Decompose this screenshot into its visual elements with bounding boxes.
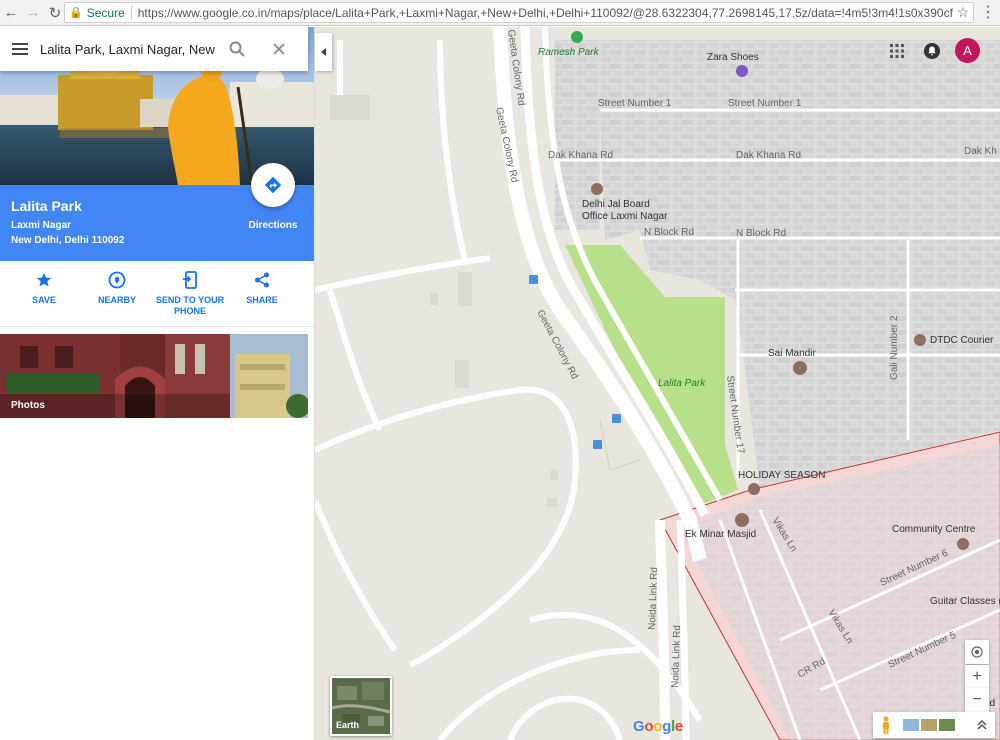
map-label-ek-minar-masjid[interactable]: Ek Minar Masjid (685, 529, 756, 540)
share-button[interactable]: SHARE (226, 269, 298, 306)
bus-stop-icon (593, 440, 602, 449)
browser-toolbar: ← → ↻ 🔒 Secure https://www.google.co.in/… (0, 0, 1000, 26)
earth-layer-toggle[interactable]: Earth (330, 676, 392, 736)
imagery-thumb-3[interactable] (939, 719, 955, 731)
collapse-panel-button[interactable] (315, 33, 332, 71)
reload-icon[interactable]: ↻ (44, 2, 66, 24)
place-address-line2: New Delhi, Delhi 110092 (11, 235, 125, 246)
nearby-button[interactable]: NEARBY (81, 269, 153, 306)
map-label-dak-khana-2: Dak Khana Rd (736, 150, 801, 161)
map-label-noida-link-1: Noida Link Rd (647, 567, 660, 630)
star-icon (8, 269, 80, 291)
pegman-icon[interactable] (873, 712, 899, 738)
apps-grid-icon[interactable] (887, 41, 907, 61)
send-to-phone-label: SEND TO YOUR PHONE (155, 295, 225, 316)
mosque-icon (735, 513, 749, 527)
url-separator (130, 5, 132, 20)
map-label-street-1a: Street Number 1 (598, 98, 672, 109)
send-to-phone-icon (154, 269, 226, 291)
expand-up-icon[interactable] (969, 712, 995, 738)
map-label-noida-link-2: Noida Link Rd (670, 625, 683, 688)
save-label: SAVE (32, 295, 56, 305)
community-centre-icon (957, 538, 969, 550)
bookmark-star-icon[interactable]: ☆ (953, 4, 973, 21)
map-label-delhi-jal-board[interactable]: Delhi Jal Board (582, 199, 650, 210)
my-location-button[interactable] (965, 640, 989, 664)
nearby-label: NEARBY (97, 295, 136, 305)
address-bar[interactable]: 🔒 Secure https://www.google.co.in/maps/p… (64, 2, 974, 23)
map-label-dak-khana-1: Dak Khana Rd (548, 150, 613, 161)
directions-label[interactable]: Directions (240, 220, 306, 231)
place-panel: Lalita Park Laxmi Nagar New Delhi, Delhi… (0, 27, 315, 740)
notifications-icon[interactable] (922, 41, 942, 61)
map-label-n-block-2: N Block Rd (736, 228, 786, 239)
temple-om-icon (793, 361, 807, 375)
shopping-bag-icon (736, 65, 748, 77)
map-label-djb-office[interactable]: Office Laxmi Nagar (582, 211, 668, 222)
secure-label: Secure (86, 5, 125, 20)
zoom-out-button[interactable]: − (965, 688, 989, 712)
map-bottom-controls (873, 712, 995, 738)
search-box (0, 27, 308, 71)
map-label-n-block-1: N Block Rd (644, 227, 694, 238)
google-logo: Google (633, 718, 683, 735)
map-label-lalita-park[interactable]: Lalita Park (658, 378, 706, 389)
map-label-dtdc-courier[interactable]: DTDC Courier (930, 335, 994, 346)
imagery-thumb-2[interactable] (921, 719, 937, 731)
earth-label: Earth (336, 720, 360, 730)
map-canvas[interactable]: Ramesh Park Zara Shoes Street Number 1 S… (315, 27, 1000, 740)
map-label-zara-shoes[interactable]: Zara Shoes (707, 52, 759, 63)
close-icon[interactable] (258, 27, 300, 71)
map-label-sai-mandir[interactable]: Sai Mandir (768, 348, 816, 359)
directions-button[interactable] (251, 163, 295, 207)
share-icon (226, 269, 298, 291)
nearby-icon (81, 269, 153, 291)
government-building-icon (591, 183, 603, 195)
browser-menu-icon[interactable]: ⋮ (980, 3, 996, 23)
my-location-icon (971, 646, 983, 658)
map-label-guitar-classes[interactable]: Guitar Classes ( (930, 596, 1000, 607)
bus-stop-icon (529, 275, 538, 284)
place-title: Lalita Park (11, 198, 82, 214)
share-label: SHARE (246, 295, 278, 305)
save-button[interactable]: SAVE (8, 269, 80, 306)
photos-label: Photos (11, 400, 45, 411)
camera-icon (748, 483, 760, 495)
photos-thumbnail[interactable]: Photos (0, 334, 308, 418)
map-label-ramesh-park[interactable]: Ramesh Park (538, 47, 600, 58)
url-text[interactable]: https://www.google.co.in/maps/place/Lali… (138, 6, 953, 20)
avatar[interactable]: A (955, 38, 980, 63)
map-label-community-centre[interactable]: Community Centre (892, 524, 976, 535)
search-input[interactable] (40, 34, 216, 64)
directions-icon (264, 176, 282, 194)
forward-icon[interactable]: → (22, 2, 44, 24)
courier-icon (914, 334, 926, 346)
map-label-street-1b: Street Number 1 (728, 98, 802, 109)
search-icon[interactable] (216, 27, 258, 71)
place-header: Lalita Park Laxmi Nagar New Delhi, Delhi… (0, 163, 314, 261)
map-label-dak-khana-3: Dak Kh (964, 146, 997, 157)
map-label-gali-2: Gali Number 2 (889, 315, 900, 380)
place-address-line1: Laxmi Nagar (11, 220, 72, 231)
send-to-phone-button[interactable]: SEND TO YOUR PHONE (154, 269, 226, 317)
menu-icon[interactable] (0, 27, 40, 71)
imagery-thumb-1[interactable] (903, 719, 919, 731)
park-pin-icon (571, 31, 583, 43)
chevron-left-icon (320, 48, 326, 56)
zoom-in-button[interactable]: + (965, 665, 989, 689)
map-label-holiday-season[interactable]: HOLIDAY SEASON (738, 470, 825, 481)
bus-stop-icon (612, 414, 621, 423)
action-bar: SAVE NEARBY SEND TO YOUR PHONE SHARE (0, 261, 314, 327)
back-icon[interactable]: ← (0, 2, 22, 24)
lock-icon: 🔒 (69, 7, 83, 19)
